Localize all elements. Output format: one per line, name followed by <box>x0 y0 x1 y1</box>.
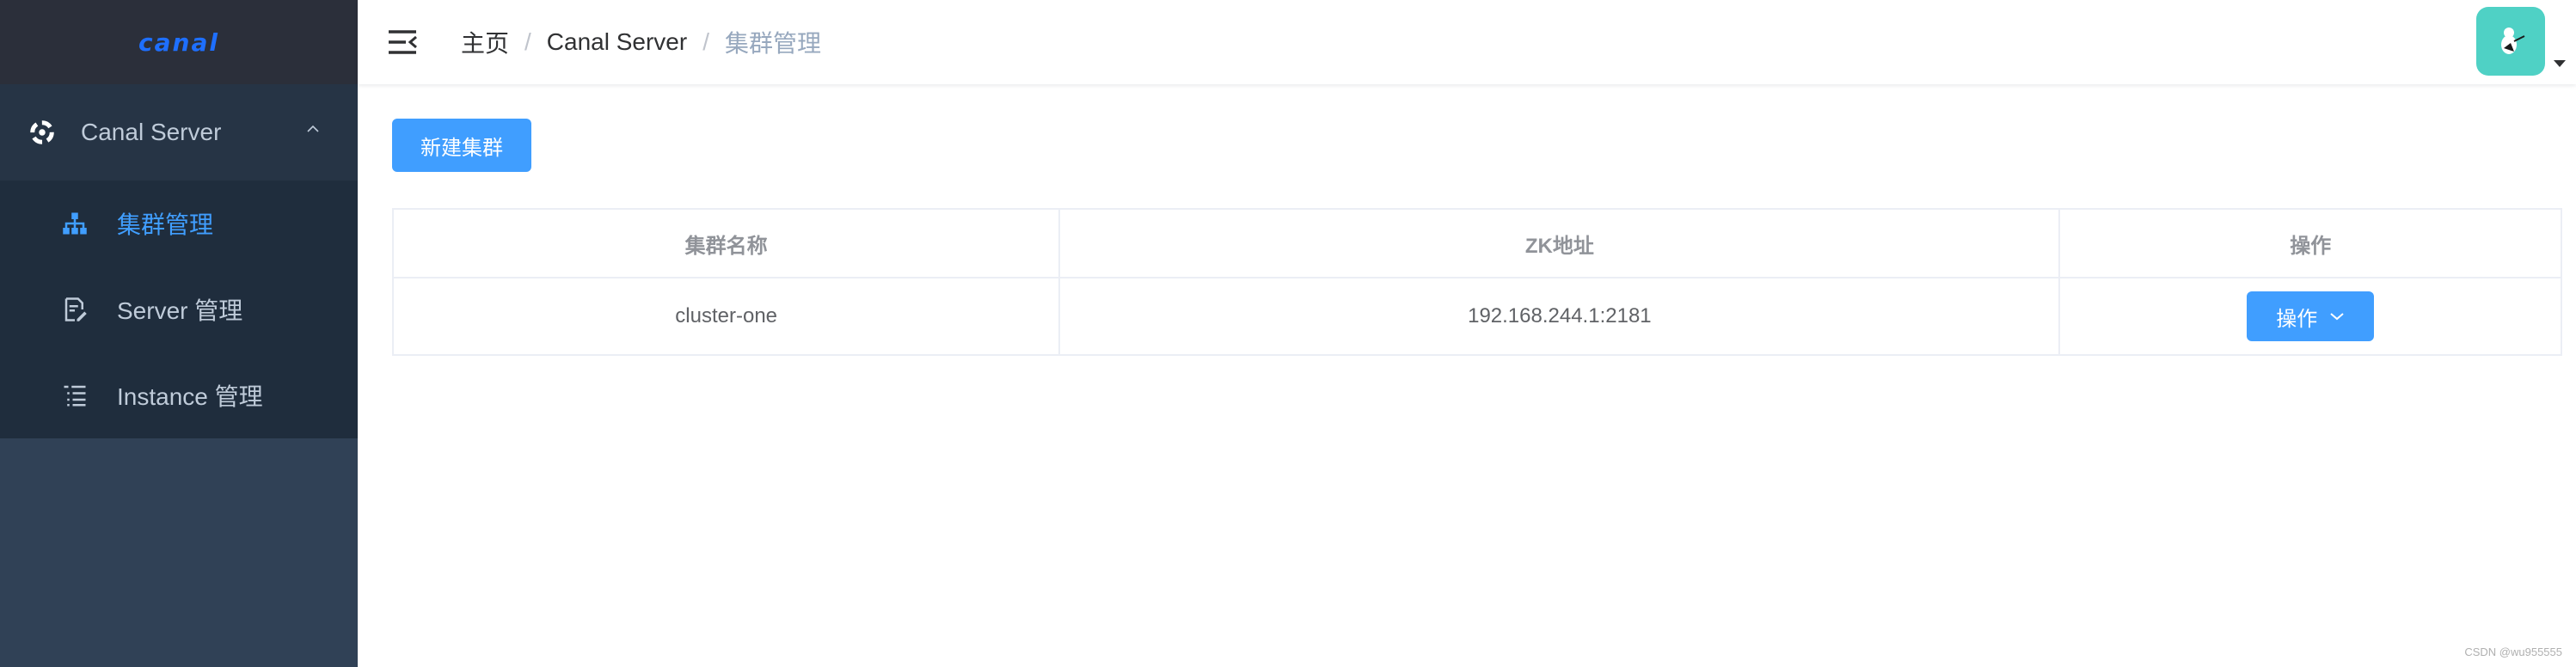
sidebar-item-instance[interactable]: Instance 管理 <box>0 352 358 438</box>
actions-label: 操作 <box>2276 307 2318 331</box>
sidebar-item-label: Server 管理 <box>117 297 243 324</box>
sidebar-item-label: 集群管理 <box>117 211 214 238</box>
main-content: 新建集群 集群名称 ZK地址 操作 cluster-one 192.168.24… <box>358 84 2576 667</box>
chevron-down-icon <box>2330 313 2344 321</box>
breadcrumb-canal-server[interactable]: Canal Server <box>547 28 687 56</box>
sitemap-icon <box>63 212 87 235</box>
column-header-name: 集群名称 <box>391 208 1061 278</box>
sidebar-item-label: Instance 管理 <box>117 383 263 410</box>
cluster-table: 集群名称 ZK地址 操作 cluster-one 192.168.244.1:2… <box>391 208 2562 356</box>
list-icon <box>64 385 86 407</box>
avatar[interactable] <box>2476 7 2545 76</box>
hamburger-icon[interactable] <box>387 28 418 56</box>
column-header-zk: ZK地址 <box>1058 208 2061 278</box>
app-root: canal Canal Server 集群管理 Server 管理 Instan… <box>0 0 2576 667</box>
breadcrumb-current: 集群管理 <box>724 30 821 57</box>
breadcrumb: 主页 / Canal Server / 集群管理 <box>461 25 821 59</box>
watermark: CSDN @wu955555 <box>2464 646 2562 658</box>
cell-zk-address: 192.168.244.1:2181 <box>1058 277 2061 356</box>
table-header-row: 集群名称 ZK地址 操作 <box>391 208 2562 278</box>
submenu-label: Canal Server <box>81 119 222 145</box>
breadcrumb-home[interactable]: 主页 <box>461 25 509 59</box>
user-menu[interactable] <box>2476 7 2567 76</box>
new-cluster-button[interactable]: 新建集群 <box>392 119 531 172</box>
sidebar-item-cluster[interactable]: 集群管理 <box>0 181 358 266</box>
top-navbar: 主页 / Canal Server / 集群管理 <box>358 0 2576 84</box>
caret-down-icon <box>2554 60 2566 67</box>
gear-icon <box>30 120 54 144</box>
app-logo[interactable]: canal <box>138 28 219 57</box>
actions-dropdown-button[interactable]: 操作 <box>2247 291 2375 341</box>
submenu-canal-server[interactable]: Canal Server <box>0 84 358 181</box>
logo-bar: canal <box>0 0 358 84</box>
sidebar-item-server[interactable]: Server 管理 <box>0 266 358 352</box>
breadcrumb-separator: / <box>524 28 531 55</box>
table-row: cluster-one 192.168.244.1:2181 操作 <box>391 277 2562 356</box>
breadcrumb-separator: / <box>702 28 709 55</box>
submenu-items: 集群管理 Server 管理 Instance 管理 <box>0 181 358 438</box>
column-header-actions: 操作 <box>2058 208 2562 278</box>
document-edit-icon <box>64 297 87 321</box>
cell-cluster-name: cluster-one <box>391 277 1061 356</box>
avatar-image <box>2501 28 2525 54</box>
chevron-up-icon <box>307 125 319 132</box>
sidebar: canal Canal Server 集群管理 Server 管理 Instan… <box>0 0 358 667</box>
cell-actions: 操作 <box>2058 277 2562 356</box>
